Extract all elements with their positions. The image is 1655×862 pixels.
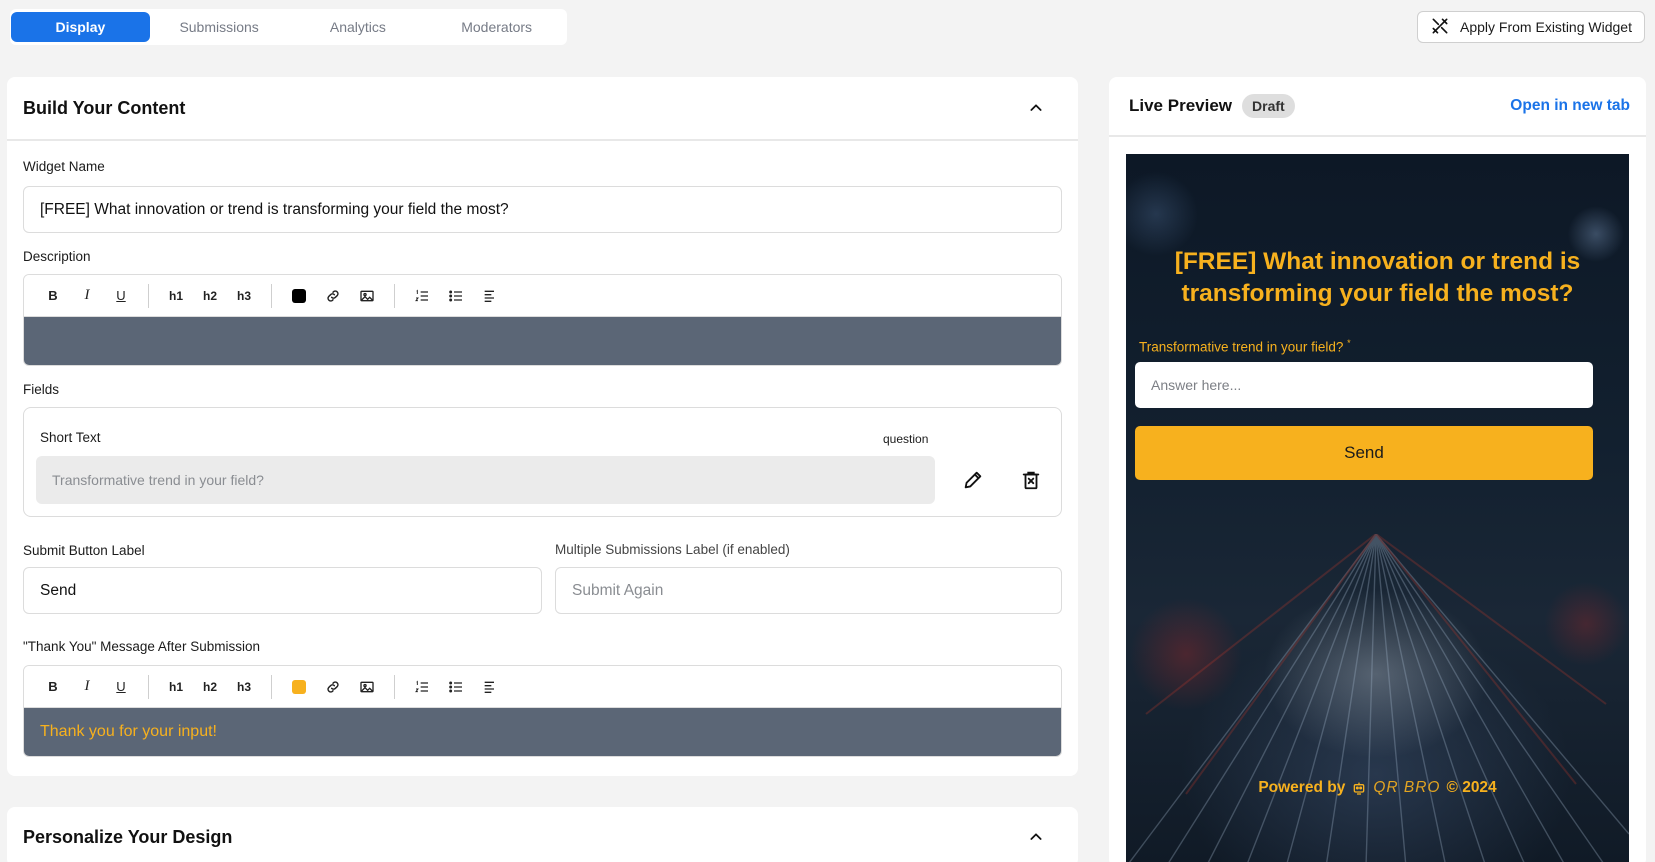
build-content-title: Build Your Content: [23, 97, 186, 118]
chevron-up-icon[interactable]: [1028, 100, 1044, 116]
h1-button[interactable]: h1: [159, 281, 193, 311]
multiple-submissions-label-label: Multiple Submissions Label (if enabled): [555, 542, 790, 557]
description-body[interactable]: [24, 317, 1061, 365]
chevron-up-icon[interactable]: [1028, 829, 1044, 845]
align-left-button[interactable]: [473, 281, 507, 311]
delete-field-button[interactable]: [1017, 466, 1045, 494]
align-left-button[interactable]: [473, 672, 507, 702]
footer-prefix: Powered by: [1258, 779, 1346, 796]
thank-you-editor: B I U h1 h2 h3 Thank you for your input!: [23, 665, 1062, 757]
preview-field-label: Transformative trend in your field? *: [1139, 338, 1351, 355]
edit-field-button[interactable]: [959, 466, 987, 494]
build-content-panel: Build Your Content Widget Name [FREE] Wh…: [7, 77, 1078, 776]
apply-from-existing-widget-button[interactable]: Apply From Existing Widget: [1417, 11, 1645, 43]
required-mark: *: [1347, 338, 1351, 348]
trash-icon: [1022, 471, 1040, 490]
tab-submissions[interactable]: Submissions: [150, 12, 289, 42]
thank-you-toolbar: B I U h1 h2 h3: [24, 666, 1061, 708]
bullet-list-button[interactable]: [439, 672, 473, 702]
status-badge: Draft: [1242, 94, 1295, 118]
personalize-design-title: Personalize Your Design: [23, 826, 233, 847]
field-question-input[interactable]: Transformative trend in your field?: [36, 456, 935, 504]
live-preview-header: Live Preview Draft Open in new tab: [1109, 77, 1646, 137]
link-button[interactable]: [316, 281, 350, 311]
widget-name-label: Widget Name: [23, 159, 105, 174]
top-tabs: Display Submissions Analytics Moderators: [10, 9, 567, 45]
bold-button[interactable]: B: [36, 281, 70, 311]
footer-logo[interactable]: QR BRO: [1373, 779, 1440, 797]
italic-button[interactable]: I: [70, 672, 104, 702]
bot-logo-icon: [1353, 782, 1365, 795]
toolbar-divider: [271, 674, 272, 699]
tab-analytics[interactable]: Analytics: [289, 12, 428, 42]
underline-button[interactable]: U: [104, 281, 138, 311]
background-image: [1128, 534, 1629, 862]
ordered-list-button[interactable]: [405, 281, 439, 311]
apply-button-label: Apply From Existing Widget: [1460, 19, 1632, 35]
tab-moderators[interactable]: Moderators: [427, 12, 566, 42]
preview-field-label-text: Transformative trend in your field?: [1139, 339, 1344, 355]
preview-answer-input[interactable]: Answer here...: [1135, 362, 1593, 408]
live-preview-panel: Live Preview Draft Open in new tab [FREE…: [1109, 77, 1646, 862]
submit-button-label-label: Submit Button Label: [23, 543, 145, 558]
color-swatch: [292, 679, 306, 694]
toolbar-divider: [148, 674, 149, 699]
preview-footer: Powered by QR BRO © 2024: [1126, 779, 1629, 797]
image-icon: [360, 681, 374, 692]
pencil-icon: [964, 471, 982, 489]
preview-widget-title: [FREE] What innovation or trend is trans…: [1174, 248, 1581, 307]
h2-button[interactable]: h2: [193, 281, 227, 311]
link-icon: [327, 289, 339, 302]
text-color-button[interactable]: [282, 672, 316, 702]
ordered-list-icon: [415, 680, 428, 692]
field-type-label: Short Text: [40, 430, 101, 445]
thank-you-body[interactable]: Thank you for your input!: [24, 708, 1061, 756]
toolbar-divider: [271, 283, 272, 308]
align-left-icon: [484, 681, 494, 693]
live-preview-title: Live Preview: [1129, 96, 1233, 115]
h2-button[interactable]: h2: [193, 672, 227, 702]
ordered-list-icon: [415, 289, 428, 301]
build-content-header[interactable]: Build Your Content: [7, 77, 1078, 141]
footer-copyright: © 2024: [1446, 779, 1497, 796]
link-icon: [327, 680, 339, 693]
widget-preview: [FREE] What innovation or trend is trans…: [1126, 154, 1629, 862]
bullet-list-icon: [449, 290, 462, 301]
personalize-design-header[interactable]: Personalize Your Design: [7, 807, 1078, 862]
image-button[interactable]: [350, 281, 384, 311]
tab-display[interactable]: Display: [11, 12, 150, 42]
color-swatch: [292, 288, 306, 303]
widget-name-input[interactable]: [FREE] What innovation or trend is trans…: [23, 186, 1062, 233]
toolbar-divider: [394, 674, 395, 699]
bold-button[interactable]: B: [36, 672, 70, 702]
image-icon: [360, 290, 374, 301]
personalize-design-panel: Personalize Your Design: [7, 807, 1078, 862]
h3-button[interactable]: h3: [227, 672, 261, 702]
multiple-submissions-label-input[interactable]: Submit Again: [555, 567, 1062, 614]
open-in-new-tab-link[interactable]: Open in new tab: [1510, 97, 1630, 115]
fields-label: Fields: [23, 382, 60, 397]
field-card: Short Text question Transformative trend…: [23, 407, 1062, 517]
toolbar-divider: [148, 283, 149, 308]
description-toolbar: B I U h1 h2 h3: [24, 275, 1061, 317]
h3-button[interactable]: h3: [227, 281, 261, 311]
preview-send-button[interactable]: Send: [1135, 426, 1593, 480]
description-label: Description: [23, 249, 91, 264]
thank-you-label: "Thank You" Message After Submission: [23, 639, 260, 654]
field-tag: question: [883, 432, 929, 446]
image-button[interactable]: [350, 672, 384, 702]
tools-icon: [1430, 16, 1450, 39]
bullet-list-icon: [449, 681, 462, 692]
h1-button[interactable]: h1: [159, 672, 193, 702]
ordered-list-button[interactable]: [405, 672, 439, 702]
description-editor: B I U h1 h2 h3: [23, 274, 1062, 366]
link-button[interactable]: [316, 672, 350, 702]
text-color-button[interactable]: [282, 281, 316, 311]
toolbar-divider: [394, 283, 395, 308]
submit-button-label-input[interactable]: Send: [23, 567, 542, 614]
bullet-list-button[interactable]: [439, 281, 473, 311]
underline-button[interactable]: U: [104, 672, 138, 702]
italic-button[interactable]: I: [70, 281, 104, 311]
align-left-icon: [484, 290, 494, 302]
